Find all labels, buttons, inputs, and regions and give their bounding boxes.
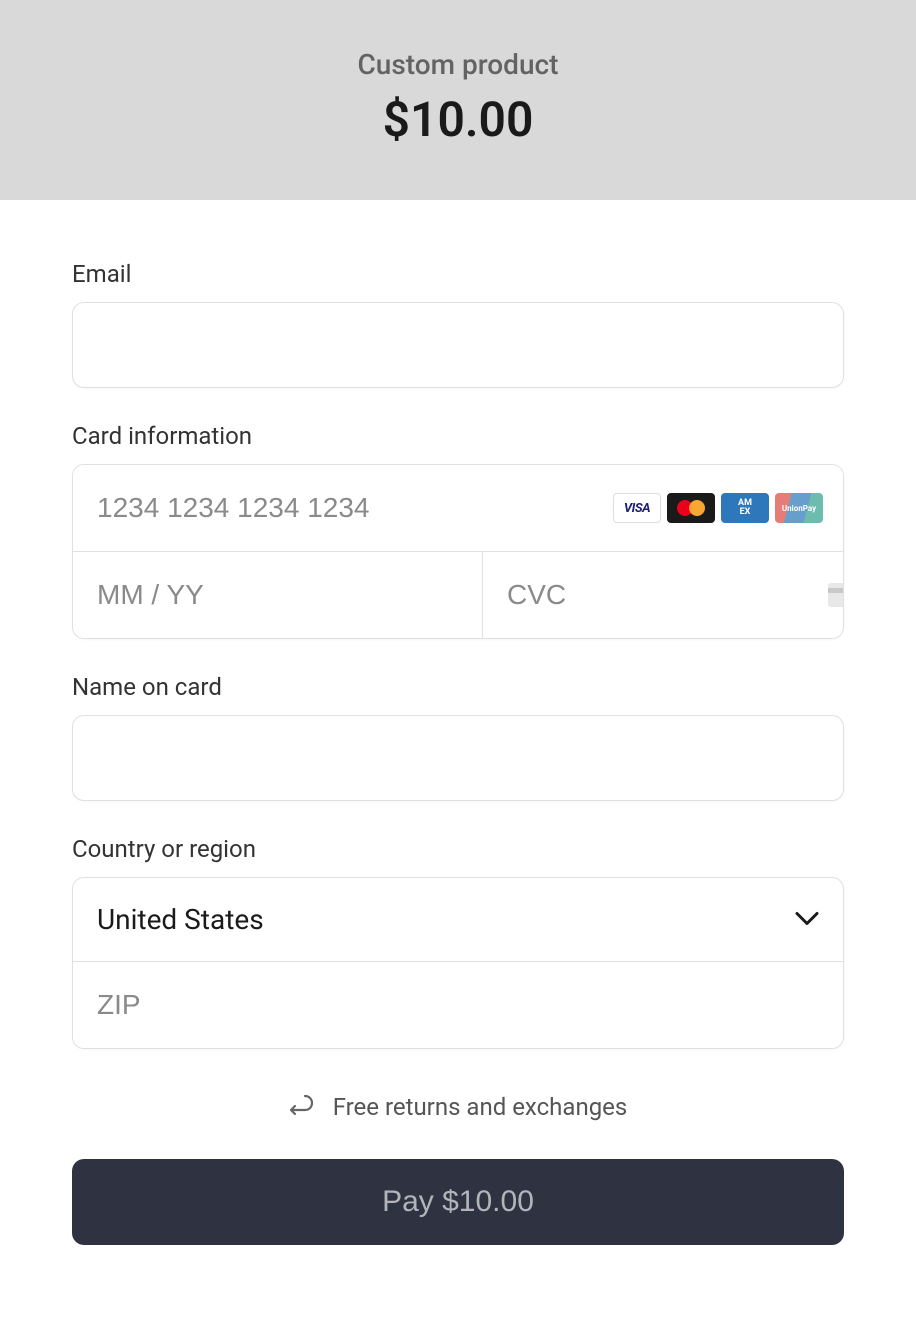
visa-icon: VISA	[613, 493, 661, 523]
name-label: Name on card	[72, 673, 844, 701]
card-info-label: Card information	[72, 422, 844, 450]
card-row-split: 135	[73, 552, 843, 638]
cvc-card-icon: 135	[828, 579, 844, 611]
pay-button[interactable]: Pay $10.00	[72, 1159, 844, 1245]
card-number-row: VISA AMEX UnionPay	[73, 465, 843, 552]
country-select[interactable]: United States	[73, 878, 843, 962]
card-container: VISA AMEX UnionPay 135	[72, 464, 844, 639]
return-arrow-icon	[289, 1093, 315, 1121]
email-group: Email	[72, 260, 844, 388]
email-input[interactable]	[72, 302, 844, 388]
checkout-header: Custom product $10.00	[0, 0, 916, 200]
returns-row: Free returns and exchanges	[72, 1093, 844, 1121]
email-label: Email	[72, 260, 844, 288]
country-container: United States	[72, 877, 844, 1049]
zip-input[interactable]	[73, 962, 843, 1048]
card-cvc-input[interactable]	[483, 552, 844, 638]
product-price: $10.00	[0, 91, 916, 148]
card-brands: VISA AMEX UnionPay	[613, 493, 823, 523]
product-name: Custom product	[0, 48, 916, 81]
chevron-down-icon	[795, 910, 819, 929]
country-label: Country or region	[72, 835, 844, 863]
unionpay-icon: UnionPay	[775, 493, 823, 523]
country-group: Country or region United States	[72, 835, 844, 1049]
returns-text: Free returns and exchanges	[333, 1093, 628, 1121]
card-info-group: Card information VISA AMEX UnionPay	[72, 422, 844, 639]
cvc-wrapper: 135	[483, 552, 844, 638]
name-input[interactable]	[72, 715, 844, 801]
checkout-form: Email Card information VISA AMEX UnionPa…	[0, 200, 916, 1285]
card-expiry-input[interactable]	[73, 552, 483, 638]
country-value: United States	[97, 903, 264, 936]
mastercard-icon	[667, 493, 715, 523]
name-group: Name on card	[72, 673, 844, 801]
amex-icon: AMEX	[721, 493, 769, 523]
